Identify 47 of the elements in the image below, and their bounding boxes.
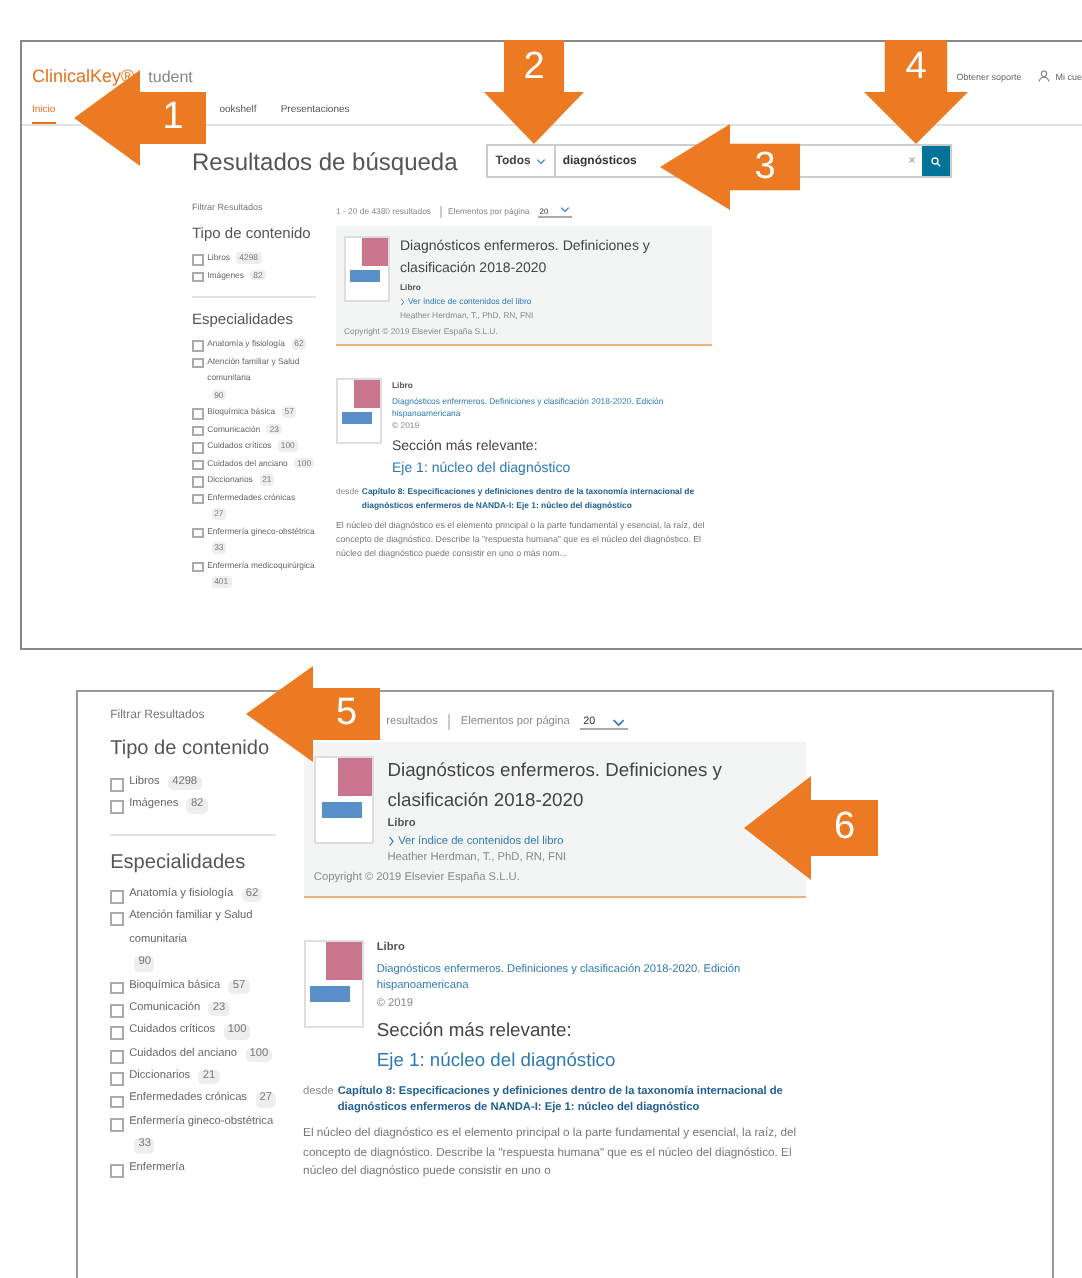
callout-number: 5 [333,690,360,739]
caret-icon [560,206,571,214]
checkbox[interactable] [110,1049,124,1064]
checkbox[interactable] [192,493,204,505]
checkbox[interactable] [110,777,124,792]
checkbox[interactable] [110,1163,124,1178]
checkbox[interactable] [110,1072,124,1086]
chevron-icon [400,297,405,305]
checkbox[interactable] [192,527,204,539]
filter-group-title: Tipo de contenido [110,738,272,761]
book-title[interactable]: Diagnósticos enfermeros. Definiciones y clasificación 2018-2020 [387,756,763,816]
book-cover-image [313,756,375,844]
checkbox[interactable] [110,981,124,995]
checkbox[interactable] [110,1095,124,1109]
book-cover-image [336,378,382,444]
callout-number: 1 [160,94,186,143]
checkbox[interactable] [110,1004,124,1018]
checkbox[interactable] [110,912,124,927]
checkbox[interactable] [192,459,204,471]
checkbox[interactable] [192,425,204,437]
checkbox[interactable] [192,271,204,283]
book-cover-image [303,940,364,1028]
caret-icon [611,717,625,727]
logo-suffix: tudent [148,67,193,85]
checkbox[interactable] [192,340,204,352]
checkbox[interactable] [110,1117,124,1132]
checkbox[interactable] [192,254,204,266]
checkbox[interactable] [192,357,204,369]
callout-number: 4 [903,43,929,91]
chevron-icon [387,835,395,847]
filter-group-title: Especialidades [110,851,248,874]
checkbox[interactable] [110,890,124,904]
section-link[interactable]: Eje 1: núcleo del diagnóstico [376,1049,616,1070]
checkbox[interactable] [192,408,204,420]
callout-arrow [484,40,584,144]
checkbox[interactable] [192,442,204,454]
checkbox[interactable] [192,561,204,573]
section-label: Sección más relevante: [376,1020,572,1041]
callout-arrow [744,776,878,880]
checkbox[interactable] [110,1026,124,1041]
checkbox[interactable] [110,800,124,815]
page-title: Resultados de búsqueda [192,147,458,175]
book-cover-image [344,236,390,302]
callout-number: 6 [831,804,858,853]
callout-number: 2 [521,43,547,91]
user-icon [1037,70,1050,82]
checkbox[interactable] [192,476,204,488]
